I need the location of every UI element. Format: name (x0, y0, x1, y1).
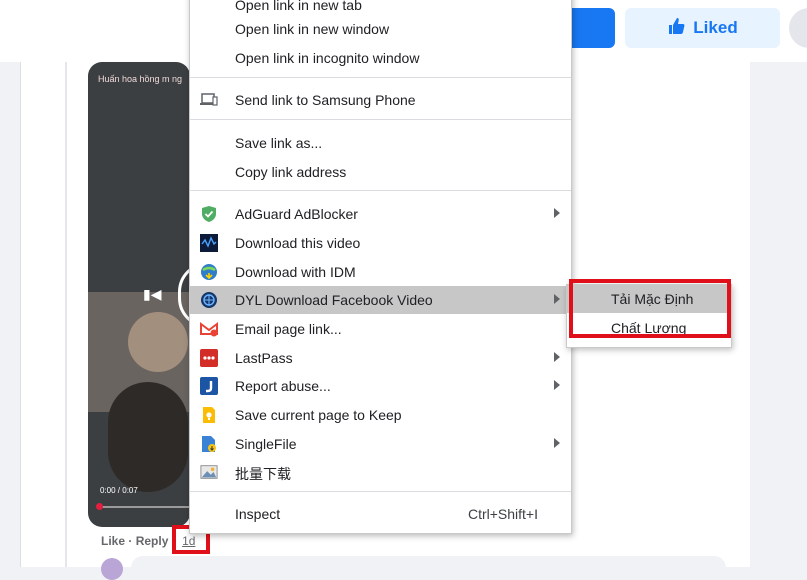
singlefile-icon (200, 435, 218, 453)
liked-button[interactable]: Liked (625, 8, 780, 48)
video-frame-region (108, 382, 188, 492)
submenu-arrow-icon (554, 380, 560, 390)
menu-item-dyl-download[interactable]: DYL Download Facebook Video (190, 286, 571, 314)
keep-bulb-icon (200, 406, 218, 424)
adguard-shield-icon (200, 205, 218, 223)
image-batch-icon (200, 463, 218, 481)
thumbs-up-icon (667, 17, 685, 40)
submenu-arrow-icon (554, 438, 560, 448)
page-gutter (750, 62, 807, 567)
liked-label: Liked (693, 18, 738, 37)
menu-item-batch-download[interactable]: 批量下载 (190, 458, 571, 486)
report-j-icon (200, 377, 218, 395)
video-caption: Huấn hoa hồng m ng (98, 74, 183, 84)
progress-handle[interactable] (96, 503, 103, 510)
menu-item-inspect[interactable]: Inspect Ctrl+Shift+I (190, 500, 571, 528)
menu-item-email-link[interactable]: Email page link... (190, 315, 571, 343)
shortcut-hint: Ctrl+Shift+I (467, 506, 538, 522)
menu-item-open-new-window[interactable]: Open link in new window (190, 15, 571, 43)
video-time: 0:00 / 0:07 (100, 486, 138, 495)
menu-divider (190, 119, 571, 120)
device-icon (200, 91, 218, 109)
menu-item-download-idm[interactable]: Download with IDM (190, 258, 571, 286)
menu-item-adguard[interactable]: AdGuard AdBlocker (190, 200, 571, 228)
separator: · (128, 534, 133, 548)
menu-item-send-to-phone[interactable]: Send link to Samsung Phone (190, 86, 571, 114)
menu-item-download-video[interactable]: Download this video (190, 229, 571, 257)
dyl-globe-icon (200, 291, 218, 309)
menu-item-copy-link[interactable]: Copy link address (190, 158, 571, 186)
submenu-highlight-box (569, 279, 731, 338)
idm-globe-icon (200, 263, 218, 281)
reply-link[interactable]: Reply (136, 534, 169, 548)
menu-divider (190, 190, 571, 191)
video-player[interactable]: Huấn hoa hồng m ng ▮◀ 0:00 / 0:07 (88, 62, 190, 527)
video-download-icon (200, 234, 218, 252)
skip-back-icon[interactable]: ▮◀ (143, 286, 161, 303)
like-link[interactable]: Like (101, 534, 125, 548)
video-progress-bar[interactable] (96, 503, 190, 510)
menu-item-open-incognito[interactable]: Open link in incognito window (190, 44, 571, 72)
menu-item-save-link-as[interactable]: Save link as... (190, 129, 571, 157)
reply-input[interactable] (131, 556, 726, 580)
menu-item-report-abuse[interactable]: Report abuse... (190, 372, 571, 400)
avatar (101, 558, 123, 580)
lastpass-icon (200, 349, 218, 367)
menu-item-save-to-keep[interactable]: Save current page to Keep (190, 401, 571, 429)
submenu-arrow-icon (554, 294, 560, 304)
gmail-icon (200, 320, 218, 338)
video-frame-region (128, 312, 188, 372)
menu-item-lastpass[interactable]: LastPass (190, 344, 571, 372)
menu-item-singlefile[interactable]: SingleFile (190, 430, 571, 458)
thread-line (65, 62, 67, 567)
submenu-arrow-icon (554, 208, 560, 218)
context-menu: Open link in new tab Open link in new wi… (189, 0, 572, 534)
menu-divider (190, 77, 571, 78)
menu-divider (190, 491, 571, 492)
submenu-arrow-icon (554, 352, 560, 362)
